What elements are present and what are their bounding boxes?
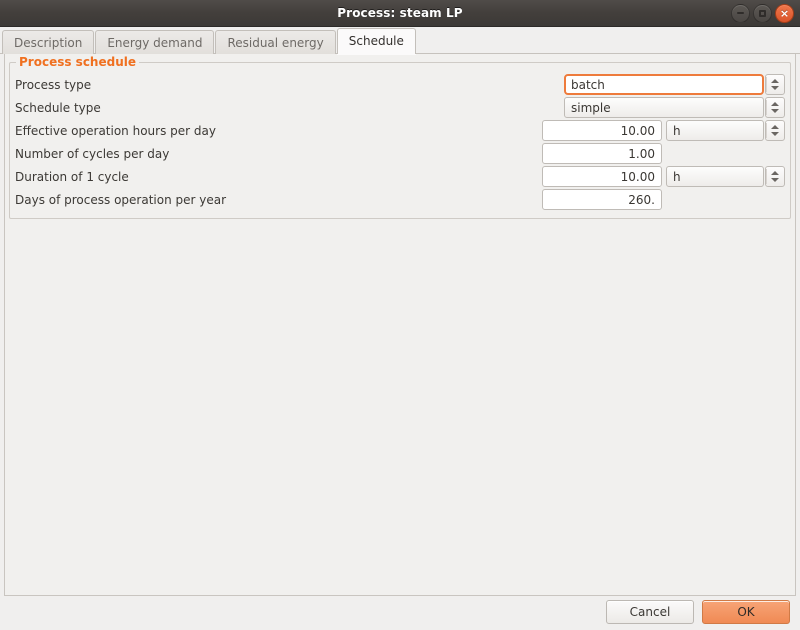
chevron-up-icon bbox=[771, 125, 779, 129]
label-schedule-type: Schedule type bbox=[15, 100, 101, 115]
days-per-year-input[interactable]: 260. bbox=[542, 189, 662, 210]
close-icon: × bbox=[779, 6, 790, 20]
tab-energy-demand[interactable]: Energy demand bbox=[95, 30, 215, 54]
schedule-form: Process type batch Schedule type simple … bbox=[10, 73, 790, 211]
minimize-icon bbox=[737, 12, 744, 14]
row-process-type: Process type batch bbox=[10, 73, 790, 96]
title-bar[interactable]: Process: steam LP × bbox=[0, 0, 800, 27]
field-cycles-per-day: 1.00 bbox=[542, 143, 785, 164]
tab-schedule[interactable]: Schedule bbox=[336, 28, 416, 54]
effective-hours-unit-spinner[interactable] bbox=[765, 120, 785, 141]
row-schedule-type: Schedule type simple bbox=[10, 96, 790, 119]
label-process-type: Process type bbox=[15, 77, 92, 92]
tab-content-schedule: Process schedule Process type batch Sche… bbox=[4, 54, 796, 596]
process-schedule-group: Process schedule Process type batch Sche… bbox=[9, 55, 791, 219]
process-dialog: Process: steam LP × Description Energy d… bbox=[0, 0, 800, 630]
label-effective-hours: Effective operation hours per day bbox=[15, 123, 216, 138]
label-cycles-per-day: Number of cycles per day bbox=[15, 146, 170, 161]
label-days-per-year: Days of process operation per year bbox=[15, 192, 227, 207]
tab-bar: Description Energy demand Residual energ… bbox=[0, 27, 800, 54]
minimize-button[interactable] bbox=[731, 3, 750, 23]
row-cycles-per-day: Number of cycles per day 1.00 bbox=[10, 142, 790, 165]
field-effective-hours: 10.00 h bbox=[542, 120, 785, 141]
chevron-down-icon bbox=[771, 109, 779, 113]
tab-description[interactable]: Description bbox=[2, 30, 95, 54]
maximize-icon bbox=[759, 9, 766, 17]
row-cycle-duration: Duration of 1 cycle 10.00 h bbox=[10, 165, 790, 188]
effective-hours-input[interactable]: 10.00 bbox=[542, 120, 662, 141]
cycles-per-day-input[interactable]: 1.00 bbox=[542, 143, 662, 164]
field-schedule-type: simple bbox=[564, 97, 785, 118]
chevron-up-icon bbox=[771, 79, 779, 83]
cycle-duration-unit-spinner[interactable] bbox=[765, 166, 785, 187]
chevron-down-icon bbox=[771, 86, 779, 90]
close-button[interactable]: × bbox=[775, 3, 794, 23]
window-title: Process: steam LP bbox=[337, 6, 463, 20]
cycle-duration-input[interactable]: 10.00 bbox=[542, 166, 662, 187]
chevron-down-icon bbox=[771, 178, 779, 182]
process-type-spinner[interactable] bbox=[765, 74, 785, 95]
schedule-type-combo[interactable]: simple bbox=[564, 97, 764, 118]
cycle-duration-unit-combo[interactable]: h bbox=[666, 166, 764, 187]
ok-button[interactable]: OK bbox=[702, 600, 790, 624]
field-days-per-year: 260. bbox=[542, 189, 785, 210]
maximize-button[interactable] bbox=[753, 3, 772, 23]
chevron-up-icon bbox=[771, 171, 779, 175]
process-type-combo[interactable]: batch bbox=[564, 74, 764, 95]
schedule-type-spinner[interactable] bbox=[765, 97, 785, 118]
group-legend: Process schedule bbox=[16, 55, 139, 69]
label-cycle-duration: Duration of 1 cycle bbox=[15, 169, 129, 184]
field-process-type: batch bbox=[564, 74, 785, 95]
row-days-per-year: Days of process operation per year 260. bbox=[10, 188, 790, 211]
cancel-button[interactable]: Cancel bbox=[606, 600, 694, 624]
tab-residual-energy[interactable]: Residual energy bbox=[215, 30, 336, 54]
chevron-up-icon bbox=[771, 102, 779, 106]
effective-hours-unit-combo[interactable]: h bbox=[666, 120, 764, 141]
dialog-button-bar: Cancel OK bbox=[0, 596, 800, 630]
window-controls: × bbox=[731, 0, 794, 26]
chevron-down-icon bbox=[771, 132, 779, 136]
field-cycle-duration: 10.00 h bbox=[542, 166, 785, 187]
row-effective-hours: Effective operation hours per day 10.00 … bbox=[10, 119, 790, 142]
